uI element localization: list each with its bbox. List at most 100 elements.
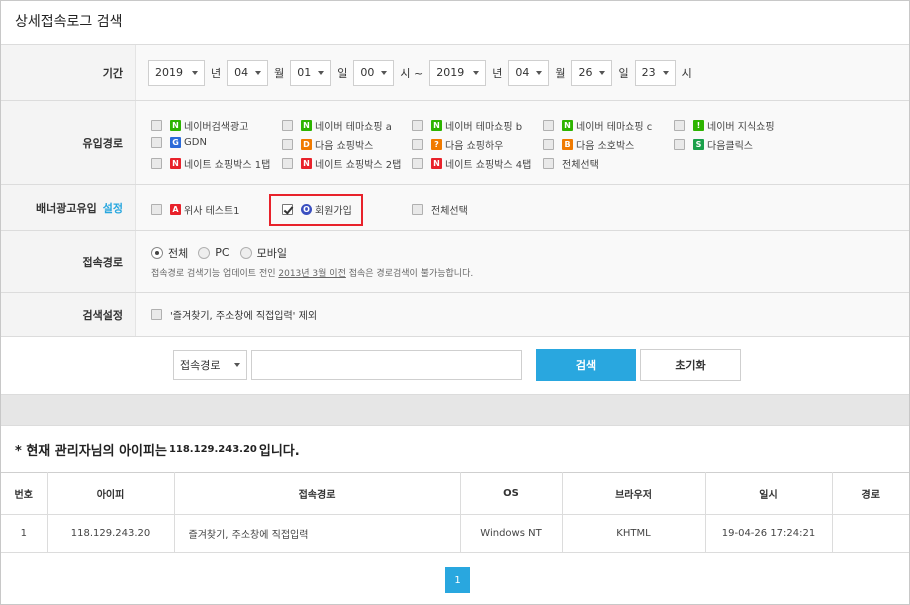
col-browser: 브라우저 bbox=[562, 472, 706, 515]
circle-brand-icon: O bbox=[301, 204, 312, 215]
source-brand-icon: S bbox=[693, 139, 704, 150]
source-brand-icon: B bbox=[562, 139, 573, 150]
col-access-path: 접속경로 bbox=[174, 472, 461, 515]
inflow-checkbox[interactable] bbox=[151, 137, 162, 148]
inflow-checkbox[interactable] bbox=[282, 158, 293, 169]
col-ip: 아이피 bbox=[47, 472, 175, 515]
banner-option-test1[interactable]: A 위사 테스트1 bbox=[151, 202, 240, 217]
banner-option-signup[interactable]: O 회원가입 bbox=[282, 202, 352, 217]
inflow-option[interactable]: N 네이버 테마쇼핑 c bbox=[543, 118, 652, 133]
to-year-select[interactable]: 2019 bbox=[429, 59, 487, 86]
access-radio-pc[interactable] bbox=[198, 246, 211, 259]
banner-all-checkbox[interactable] bbox=[412, 204, 423, 215]
source-brand-icon: G bbox=[170, 137, 181, 148]
search-setting-label: 검색설정 bbox=[1, 293, 136, 336]
inflow-option[interactable]: N 네이버 테마쇼핑 b bbox=[412, 118, 522, 133]
inflow-checkbox[interactable] bbox=[543, 139, 554, 150]
inflow-checkbox[interactable] bbox=[412, 158, 423, 169]
chevron-down-icon bbox=[599, 70, 606, 75]
inflow-checkbox[interactable] bbox=[412, 139, 423, 150]
inflow-option-label: 다음 쇼핑박스 bbox=[315, 141, 374, 152]
inflow-option-label: 다음 소호박스 bbox=[576, 141, 635, 152]
inflow-option-label: 네이버 테마쇼핑 b bbox=[445, 122, 523, 133]
table-row[interactable]: 1 118.129.243.20 즐겨찾기, 주소창에 직접입력 Windows… bbox=[1, 514, 909, 553]
table-header-row: 번호 아이피 접속경로 OS 브라우저 일시 경로 bbox=[1, 472, 909, 515]
divider-band bbox=[1, 395, 909, 426]
source-brand-icon: N bbox=[170, 158, 181, 169]
search-setting-content: '즐겨찾기, 주소창에 직접입력' 제외 bbox=[136, 293, 909, 336]
to-hour-select[interactable]: 23 bbox=[634, 59, 676, 86]
inflow-option[interactable]: G GDN bbox=[151, 137, 207, 148]
access-note-link[interactable]: 2013년 3월 이전 bbox=[278, 269, 345, 279]
exclude-direct-option[interactable]: '즐겨찾기, 주소창에 직접입력' 제외 bbox=[151, 307, 317, 322]
banner-options: A 위사 테스트1 O 회원가입 전체선택 bbox=[136, 185, 909, 230]
chevron-down-icon bbox=[662, 70, 669, 75]
banner-option-all[interactable]: 전체선택 bbox=[412, 202, 468, 217]
inflow-checkbox[interactable] bbox=[674, 139, 685, 150]
inflow-option-label: GDN bbox=[184, 137, 207, 148]
banner-row: 배너광고유입 설정 A 위사 테스트1 O 회원가입 전체선택 bbox=[1, 185, 909, 231]
from-month-select[interactable]: 04 bbox=[227, 59, 269, 86]
inflow-option-label: 전체선택 bbox=[562, 160, 599, 171]
col-number: 번호 bbox=[1, 472, 48, 515]
access-radio-group: 전체 PC 모바일 bbox=[151, 245, 287, 261]
from-hour-select[interactable]: 00 bbox=[353, 59, 395, 86]
inflow-option[interactable]: N 네이트 쇼핑박스 4탭 bbox=[412, 156, 531, 171]
access-radio-all[interactable] bbox=[151, 246, 163, 259]
inflow-checkbox[interactable] bbox=[282, 139, 293, 150]
search-bar: 접속경로 검색 초기화 bbox=[1, 337, 909, 395]
source-brand-icon: ! bbox=[693, 120, 704, 131]
inflow-option[interactable]: ! 네이버 지식쇼핑 bbox=[674, 118, 775, 133]
chevron-down-icon bbox=[536, 70, 543, 75]
chevron-down-icon bbox=[473, 70, 480, 75]
from-year-select[interactable]: 2019 bbox=[148, 59, 205, 86]
cell-access-path: 즐겨찾기, 주소창에 직접입력 bbox=[174, 514, 461, 553]
source-brand-icon: D bbox=[301, 139, 312, 150]
inflow-checkbox[interactable] bbox=[674, 120, 685, 131]
inflow-option[interactable]: N 네이트 쇼핑박스 1탭 bbox=[151, 156, 270, 171]
banner-test1-checkbox[interactable] bbox=[151, 204, 162, 215]
access-radio-mobile[interactable] bbox=[239, 246, 252, 259]
inflow-checkbox[interactable] bbox=[543, 158, 554, 169]
chevron-down-icon bbox=[234, 363, 240, 367]
inflow-checkbox[interactable] bbox=[151, 158, 162, 169]
page-title: 상세접속로그 검색 bbox=[1, 1, 909, 45]
inflow-option-label: 네이트 쇼핑박스 1탭 bbox=[184, 160, 271, 171]
access-label: 접속경로 bbox=[1, 231, 136, 292]
inflow-option[interactable]: D 다음 쇼핑박스 bbox=[282, 137, 373, 152]
col-os: OS bbox=[460, 472, 563, 515]
period-content: 2019 년 04 월 01 일 00 시 ~ 2019 년 04 월 26 일… bbox=[136, 45, 909, 100]
inflow-checkbox[interactable] bbox=[282, 120, 293, 131]
exclude-direct-checkbox[interactable] bbox=[151, 309, 162, 320]
access-content: 전체 PC 모바일 접속경로 검색기능 업데이트 전인 2013년 3월 이전 … bbox=[136, 231, 909, 292]
access-note: 접속경로 검색기능 업데이트 전인 2013년 3월 이전 접속은 경로검색이 … bbox=[151, 268, 474, 279]
reset-button[interactable]: 초기화 bbox=[640, 349, 741, 381]
inflow-option[interactable]: B 다음 소호박스 bbox=[543, 137, 634, 152]
inflow-options: N 네이버검색광고 N 네이버 테마쇼핑 a N 네이버 테마쇼핑 b N 네이버 테마쇼핑 … bbox=[136, 101, 909, 184]
access-row: 접속경로 전체 PC 모바일 접속경로 검색기능 업데이트 전인 2013년 3… bbox=[1, 231, 909, 293]
search-button[interactable]: 검색 bbox=[536, 349, 636, 381]
to-month-select[interactable]: 04 bbox=[508, 59, 550, 86]
banner-signup-checkbox[interactable] bbox=[282, 204, 293, 215]
inflow-checkbox[interactable] bbox=[543, 120, 554, 131]
ad-brand-icon: A bbox=[170, 204, 181, 215]
inflow-checkbox[interactable] bbox=[412, 120, 423, 131]
inflow-option-label: 네이트 쇼핑박스 2탭 bbox=[315, 160, 402, 171]
search-input[interactable] bbox=[251, 350, 522, 380]
from-day-select[interactable]: 01 bbox=[290, 59, 332, 86]
inflow-option[interactable]: ? 다음 쇼핑하우 bbox=[412, 137, 503, 152]
to-day-select[interactable]: 26 bbox=[571, 59, 613, 86]
inflow-option[interactable]: S 다음클릭스 bbox=[674, 137, 753, 152]
inflow-option[interactable]: N 네이버검색광고 bbox=[151, 118, 248, 133]
banner-settings-link[interactable]: 설정 bbox=[103, 200, 123, 216]
inflow-option[interactable]: 전체선택 bbox=[543, 156, 599, 171]
inflow-option-label: 다음 쇼핑하우 bbox=[445, 141, 504, 152]
cell-route bbox=[832, 514, 909, 553]
inflow-option-label: 네이버 테마쇼핑 c bbox=[576, 122, 653, 133]
inflow-option[interactable]: N 네이트 쇼핑박스 2탭 bbox=[282, 156, 401, 171]
search-field-select[interactable]: 접속경로 bbox=[173, 350, 247, 380]
inflow-option[interactable]: N 네이버 테마쇼핑 a bbox=[282, 118, 392, 133]
chevron-down-icon bbox=[318, 70, 325, 75]
inflow-checkbox[interactable] bbox=[151, 120, 162, 131]
pagination-page-1[interactable]: 1 bbox=[445, 567, 470, 593]
